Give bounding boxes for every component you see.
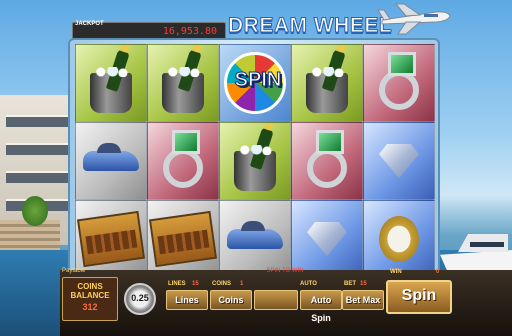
reel-cell [291, 44, 363, 122]
palm-plant [22, 196, 48, 226]
yacht-image [440, 218, 512, 274]
sports-car-icon [83, 151, 139, 171]
reel-cell [75, 200, 147, 278]
win-label: WIN [390, 269, 402, 275]
auto-label: AUTO [300, 281, 317, 287]
spin-button[interactable]: Spin [386, 280, 452, 314]
reel-cell [219, 200, 291, 278]
coin-value-chip[interactable]: 0.25 [124, 283, 156, 315]
spin-wheel-icon: SPIN [224, 52, 286, 114]
win-display: WIN 0 [386, 268, 448, 280]
reel-cell: SPIN [219, 44, 291, 122]
reel-cell [75, 122, 147, 200]
reel-cell [363, 122, 435, 200]
coins-label: COINS [212, 281, 232, 287]
coins-value: 1 [240, 281, 244, 287]
coins-balance-value: 312 [82, 302, 98, 312]
spin-symbol-label: SPIN [234, 69, 282, 92]
sports-car-icon [227, 229, 283, 249]
reel-cell [363, 200, 435, 278]
jackpot-display: JACKPOT 16,953.80 [72, 21, 226, 42]
cigar-box-icon [148, 210, 218, 268]
lines-value: 15 [192, 281, 199, 287]
lines-label: LINES [168, 281, 186, 287]
coins-balance-label-2: BALANCE [70, 291, 110, 300]
champagne-bucket-icon [234, 126, 276, 191]
paytable-link[interactable]: Paytable [62, 268, 110, 277]
airplane-icon [377, 3, 451, 35]
reel-cell [363, 44, 435, 122]
emerald-ring-icon [163, 130, 203, 188]
coins-balance-label-1: COINS [77, 282, 103, 291]
lines-button[interactable]: Lines [166, 290, 208, 310]
empty-button[interactable] [254, 290, 298, 310]
champagne-bucket-icon [90, 48, 132, 113]
reel-cell [219, 122, 291, 200]
coins-button[interactable]: Coins [210, 290, 252, 310]
reel-cell [291, 122, 363, 200]
emerald-ring-icon [379, 52, 419, 110]
emerald-ring-icon [307, 130, 347, 188]
champagne-bucket-icon [162, 48, 204, 113]
gold-watch-icon [379, 216, 419, 262]
reel-cell [291, 200, 363, 278]
coins-balance-display: COINS BALANCE 312 [62, 277, 118, 321]
coin-value-label: 0.25 [131, 293, 149, 303]
reel-cell [147, 200, 219, 278]
diamond-icon [307, 222, 347, 256]
win-value: 0 [436, 269, 440, 275]
reel-grid: SPIN [75, 44, 435, 278]
bet-value: 15 [360, 281, 367, 287]
bet-label: BET [344, 281, 356, 287]
reel-cell [147, 122, 219, 200]
jackpot-label: JACKPOT [75, 21, 104, 27]
spin-to-win-text: SPIN TO WIN [266, 268, 304, 274]
jackpot-value: 16,953.80 [162, 26, 217, 37]
diamond-icon [379, 144, 419, 178]
champagne-bucket-icon [306, 48, 348, 113]
betmax-button[interactable]: Bet Max [342, 290, 384, 310]
cigar-box-icon [76, 210, 146, 268]
game-title: DREAM WHEEL [227, 14, 393, 38]
reel-cell [75, 44, 147, 122]
autospin-button[interactable]: Auto Spin [300, 290, 342, 323]
reel-cell [147, 44, 219, 122]
